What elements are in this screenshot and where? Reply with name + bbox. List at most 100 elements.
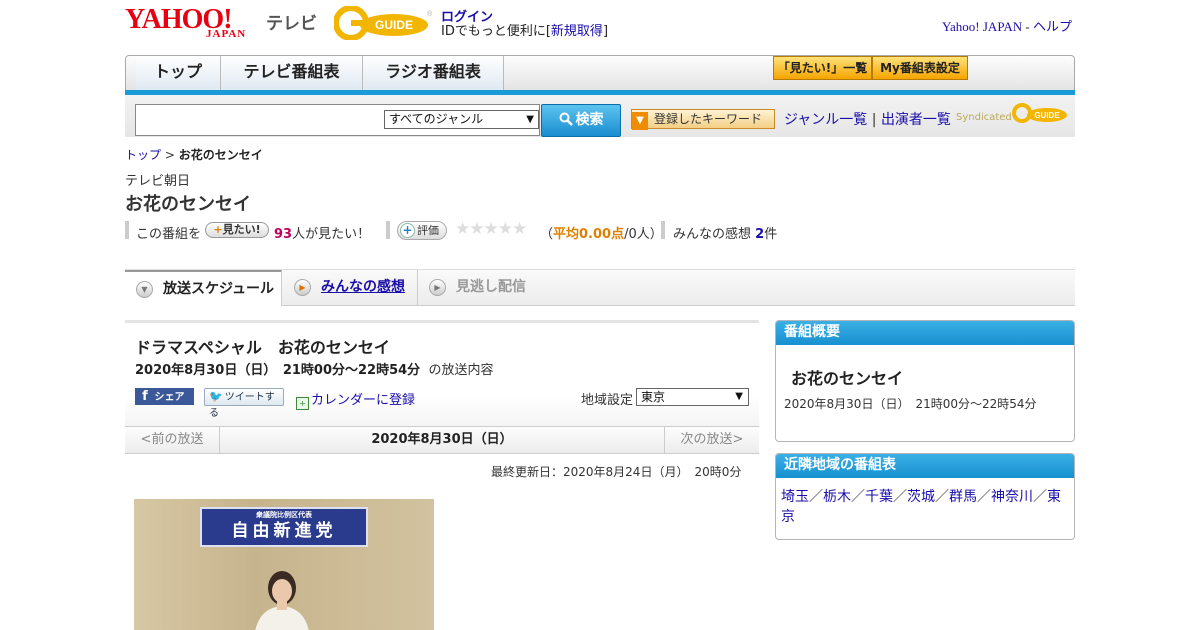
registered-keywords-label: 登録したキーワード [654, 112, 763, 126]
region-sep: ／ [1033, 489, 1047, 505]
facebook-icon: f [142, 389, 148, 404]
genre-list-link[interactable]: ジャンル一覧 [784, 112, 867, 128]
rate-button[interactable]: + 評価 [397, 221, 447, 240]
tab-vod: ▶ 見逃し配信 [418, 270, 548, 306]
content-tabs: ▼ 放送スケジュール ▶ みんなの感想 ▶ 見逃し配信 [125, 270, 1075, 306]
overview-time: 2020年8月30日（日） 21時00分～22時54分 [784, 397, 1037, 411]
search-button[interactable]: 検索 [541, 104, 621, 137]
gguide-small-logo: GUIDE [1012, 102, 1068, 124]
want-to-watch-button[interactable]: +見たい! [205, 222, 269, 238]
help-link[interactable]: ヘルプ [1033, 19, 1072, 34]
share-label: シェア [154, 392, 185, 403]
svg-text:GUIDE: GUIDE [1034, 111, 1060, 120]
breadcrumb-sep: > [164, 148, 175, 162]
neighbor-header: 近隣地域の番組表 [776, 454, 1074, 478]
overview-title: お花のセンセイ [791, 369, 904, 388]
broadcast-datetime: 2020年8月30日（日） 21時00分～22時54分 [135, 363, 421, 378]
plus-icon: + [400, 223, 415, 238]
overview-header: 番組概要 [776, 321, 1074, 345]
channel-name: テレビ朝日 [125, 174, 191, 189]
last-updated: 最終更新日：2020年8月24日（月） 20時0分 [491, 465, 742, 479]
region-sep: ／ [977, 489, 991, 505]
id-prefix: IDでもっと便利に[ [441, 24, 551, 39]
genre-select-value: すべてのジャンル [389, 112, 484, 126]
nav-tab-tv-schedule[interactable]: テレビ番組表 [221, 56, 363, 90]
impressions-unit: 件 [764, 227, 778, 242]
calendar-icon: + [296, 397, 309, 410]
region-link-saitama[interactable]: 埼玉 [781, 489, 809, 505]
next-broadcast-link[interactable]: 次の放送> [664, 426, 759, 454]
photo-person [236, 570, 328, 630]
neighbor-region-links: 埼玉／栃木／千葉／茨城／群馬／神奈川／東京 [781, 487, 1071, 527]
watch-count-suffix: 人が見たい！ [292, 227, 371, 242]
divider [125, 221, 129, 239]
region-select[interactable]: 東京 ▼ [636, 388, 749, 406]
nav-tab-radio-schedule[interactable]: ラジオ番組表 [363, 56, 504, 90]
region-link-tochigi[interactable]: 栃木 [823, 489, 851, 505]
plus-icon: + [213, 223, 223, 236]
tab-schedule[interactable]: ▼ 放送スケジュール [125, 270, 282, 306]
photo-banner-small: 衆議院比例区代表 [256, 511, 312, 519]
current-date: 2020年8月30日（日） [371, 432, 513, 447]
syndicated-label: Syndicated [956, 112, 1012, 123]
chevron-right-icon: ▶ [429, 279, 446, 296]
region-link-ibaraki[interactable]: 茨城 [907, 489, 935, 505]
photo-banner: 衆議院比例区代表 自由新進党 [200, 507, 368, 547]
broadcast-time: 2020年8月30日（日） 21時00分～22時54分 の放送内容 [135, 359, 493, 378]
region-sep: ／ [851, 489, 865, 505]
region-link-gunma[interactable]: 群馬 [949, 489, 977, 505]
region-label: 地域設定 [581, 393, 634, 408]
divider [386, 221, 390, 239]
tab-schedule-label: 放送スケジュール [163, 281, 275, 297]
breadcrumb-top-link[interactable]: トップ [125, 148, 161, 162]
rating-stars: ★★★★★ [455, 219, 527, 239]
impressions-label: みんなの感想 [673, 227, 752, 242]
broadcast-suffix: の放送内容 [428, 363, 494, 378]
watchlist-button[interactable]: 「見たい!」一覧 [773, 56, 872, 80]
chevron-down-icon: ▼ [136, 281, 153, 298]
tab-reviews[interactable]: ▶ みんなの感想 [283, 270, 418, 306]
genre-select[interactable]: すべてのジャンル ▼ [384, 110, 539, 129]
tab-vod-label: 見逃し配信 [456, 279, 526, 295]
registered-keywords-button[interactable]: ▼ 登録したキーワード [631, 109, 775, 130]
search-icon [559, 112, 573, 126]
yahoo-japan-link[interactable]: Yahoo! JAPAN [942, 19, 1022, 34]
calendar-label: カレンダーに登録 [311, 393, 416, 408]
svg-text:GUIDE: GUIDE [375, 18, 413, 32]
page-title: お花のセンセイ [125, 194, 251, 215]
want-to-watch-label: 見たい! [222, 223, 261, 236]
search-button-label: 検索 [575, 112, 604, 128]
watch-count: 93 [274, 227, 293, 242]
gguide-logo: GUIDE ® [333, 5, 433, 41]
region-sep: ／ [809, 489, 823, 505]
performer-list-link[interactable]: 出演者一覧 [881, 112, 951, 128]
id-signup-text: IDでもっと便利に[新規取得] [441, 20, 608, 39]
region-link-chiba[interactable]: 千葉 [865, 489, 893, 505]
region-link-kanagawa[interactable]: 神奈川 [991, 489, 1033, 505]
add-to-calendar-link[interactable]: + カレンダーに登録 [296, 389, 415, 410]
avg-open: （ [540, 227, 554, 242]
header-link-sep: - [1025, 19, 1030, 34]
impressions-count-link[interactable]: 2 [755, 227, 764, 242]
triangle-down-icon: ▼ [632, 112, 648, 130]
divider [661, 221, 665, 239]
main-nav: トップ テレビ番組表 ラジオ番組表 「見たい!」一覧 My番組表設定 [125, 55, 1075, 91]
photo-banner-big: 自由新進党 [231, 521, 337, 541]
previous-broadcast-link[interactable]: <前の放送 [125, 426, 220, 454]
nav-tab-top[interactable]: トップ [136, 56, 221, 90]
average-rating: （平均0.00点/0人） [540, 223, 663, 242]
watch-count-text: 93人が見たい！ [274, 223, 370, 242]
avg-rest: /0人） [624, 227, 663, 242]
yahoo-japan-logo-sub: JAPAN [206, 28, 247, 40]
genre-links-sep: | [871, 112, 877, 128]
rate-button-label: 評価 [417, 224, 439, 237]
breadcrumb: トップ > お花のセンセイ [125, 146, 263, 163]
tweet-button[interactable]: 🐦 ツイートする [204, 388, 284, 419]
region-sep: ／ [893, 489, 907, 505]
my-schedule-button[interactable]: My番組表設定 [872, 56, 968, 80]
tab-reviews-label: みんなの感想 [321, 279, 405, 295]
signup-link[interactable]: 新規取得 [551, 24, 603, 39]
genre-links: ジャンル一覧 | 出演者一覧 [784, 109, 951, 129]
facebook-share-button[interactable]: f シェア [135, 388, 194, 405]
avg-score: 平均0.00点 [553, 227, 625, 242]
